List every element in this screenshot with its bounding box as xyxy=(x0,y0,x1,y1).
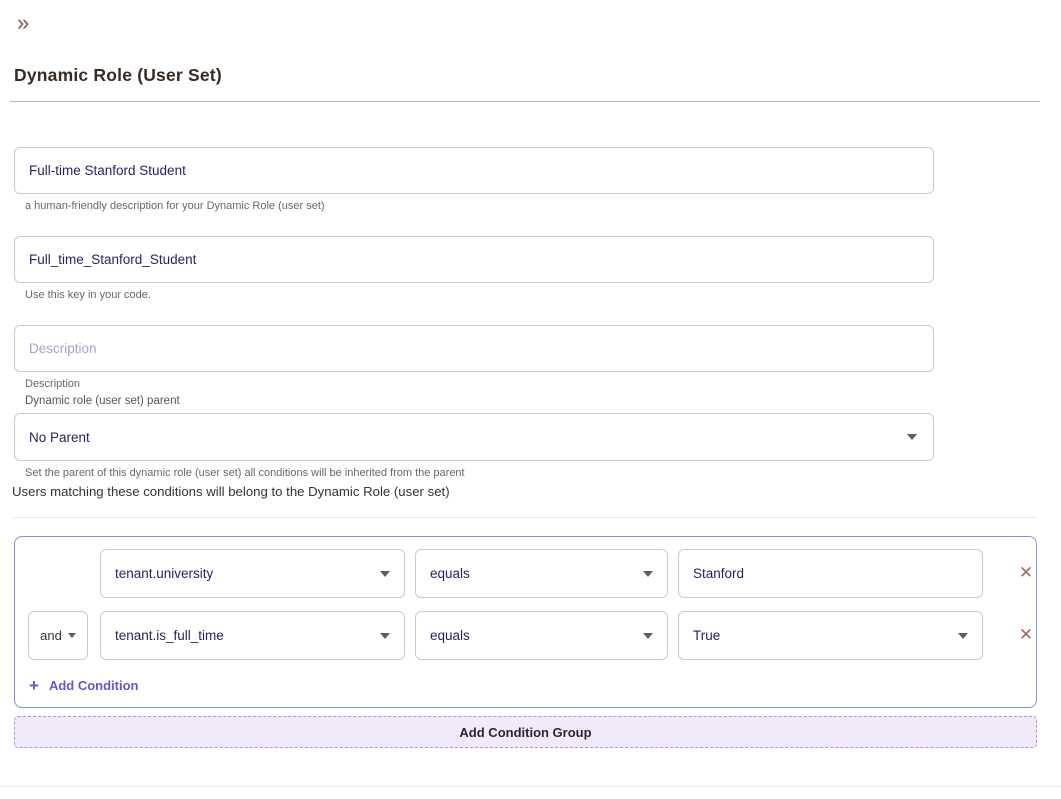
chevron-down-icon xyxy=(643,633,653,639)
collapse-panel-icon[interactable]: » xyxy=(17,11,29,35)
condition-operator-select[interactable]: equals xyxy=(415,549,668,598)
condition-attribute-select[interactable]: tenant.is_full_time xyxy=(100,611,405,660)
role-name-helper: a human-friendly description for your Dy… xyxy=(25,200,325,212)
role-key-input[interactable] xyxy=(14,236,934,283)
role-name-input[interactable] xyxy=(14,147,934,194)
parent-select[interactable]: No Parent xyxy=(14,413,934,461)
condition-value: True xyxy=(693,628,720,643)
conditions-intro-text: Users matching these conditions will bel… xyxy=(12,484,450,499)
add-condition-label: Add Condition xyxy=(49,678,139,693)
plus-icon: + xyxy=(29,677,39,694)
chevron-down-icon xyxy=(380,633,390,639)
condition-attribute-value: tenant.university xyxy=(115,566,213,581)
header-divider xyxy=(10,101,1040,102)
role-key-helper: Use this key in your code. xyxy=(25,289,151,301)
remove-condition-icon[interactable]: ✕ xyxy=(1015,562,1037,584)
page-title: Dynamic Role (User Set) xyxy=(14,65,222,86)
condition-group: tenant.university equals ✕ and tenant.is… xyxy=(14,536,1037,708)
bottom-divider xyxy=(0,786,1061,787)
parent-select-value: No Parent xyxy=(29,430,90,445)
remove-condition-icon[interactable]: ✕ xyxy=(1015,624,1037,646)
description-input[interactable] xyxy=(14,325,934,372)
add-condition-group-button[interactable]: Add Condition Group xyxy=(14,716,1037,748)
condition-value-input[interactable] xyxy=(678,549,983,598)
logic-operator-value: and xyxy=(40,628,62,643)
condition-operator-value: equals xyxy=(430,566,470,581)
chevron-down-icon xyxy=(380,571,390,577)
parent-field-label: Dynamic role (user set) parent xyxy=(25,395,180,407)
parent-field-helper: Set the parent of this dynamic role (use… xyxy=(25,467,465,479)
condition-value-select[interactable]: True xyxy=(678,611,983,660)
chevron-down-icon xyxy=(907,434,917,440)
add-condition-button[interactable]: + Add Condition xyxy=(29,677,138,694)
chevron-down-icon xyxy=(68,633,76,638)
condition-operator-select[interactable]: equals xyxy=(415,611,668,660)
chevron-down-icon xyxy=(958,633,968,639)
chevron-down-icon xyxy=(643,571,653,577)
condition-attribute-select[interactable]: tenant.university xyxy=(100,549,405,598)
dynamic-role-page: » Dynamic Role (User Set) a human-friend… xyxy=(0,0,1061,799)
logic-operator-select[interactable]: and xyxy=(28,611,88,660)
condition-operator-value: equals xyxy=(430,628,470,643)
description-helper: Description xyxy=(25,378,80,390)
section-divider xyxy=(12,517,1037,518)
condition-attribute-value: tenant.is_full_time xyxy=(115,628,224,643)
